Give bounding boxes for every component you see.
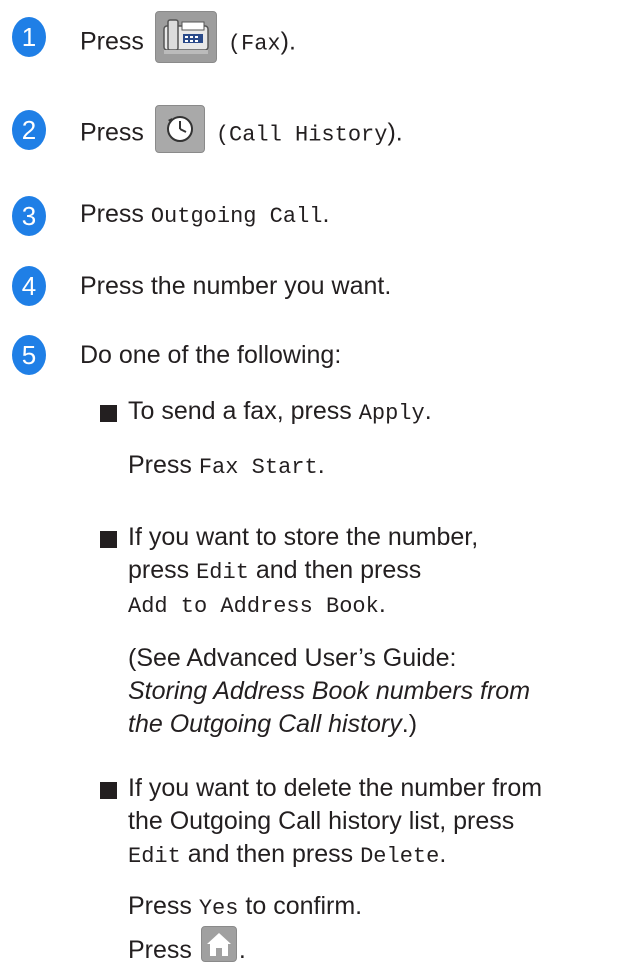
bullet-2-line1: If you want to store the number,: [128, 523, 479, 551]
step-1-text: Press: [80, 27, 144, 56]
bullet-3: [100, 782, 117, 799]
step-2-code-open: (: [215, 122, 230, 148]
bullet-2: [100, 531, 117, 548]
bullet-3-confirm: Press Yes to confirm.: [128, 892, 362, 921]
bullet-2-line3: Add to Address Book.: [128, 590, 386, 619]
step-1-tail: ).: [280, 27, 296, 56]
home-icon: [200, 926, 237, 963]
bullet-3-line3: Edit and then press Delete.: [128, 840, 446, 869]
bullet-1-tail: .: [424, 397, 432, 425]
step-3-text: Press: [80, 200, 144, 228]
bullet-2-l2-code: Edit: [196, 560, 249, 585]
step-2: Press (Call History).: [80, 105, 403, 153]
step-1-code-open: (: [227, 31, 242, 57]
step-number-3: 3: [12, 196, 46, 236]
step-5: Do one of the following:: [80, 341, 342, 369]
step-number-5: 5: [12, 335, 46, 375]
bullet-3-home: Press .: [128, 926, 246, 965]
bullet-3-l3-mid: and then press: [180, 840, 361, 868]
bullet-2-see-1: (See Advanced User’s Guide:: [128, 644, 457, 672]
bullet-2-line2: press Edit and then press: [128, 556, 421, 585]
bullet-2-l2-pre: press: [128, 556, 197, 584]
bullet-2-l3-tail: .: [378, 590, 386, 618]
bullet-1-sub-tail: .: [317, 451, 325, 479]
step-1-code: Fax: [241, 31, 281, 57]
bullet-1: [100, 405, 117, 422]
bullet-3-l3-code: Edit: [128, 844, 181, 869]
bullet-3-line1: If you want to delete the number from: [128, 774, 543, 802]
bullet-2-l3-code: Add to Address Book: [128, 594, 379, 619]
step-2-text: Press: [80, 118, 144, 147]
bullet-1-label: To send a fax, press: [128, 397, 359, 425]
call-history-icon: [154, 105, 205, 153]
bullet-3-yes-pre: Press: [128, 892, 199, 920]
step-number-1: 1: [12, 17, 46, 57]
bullet-1-sub-code: Fax Start: [198, 455, 318, 480]
step-2-code: Call History: [229, 122, 388, 148]
bullet-3-home-pre: Press: [128, 936, 199, 964]
bullet-3-yes-code: Yes: [198, 896, 239, 921]
fax-icon: [154, 11, 217, 63]
bullet-3-l3-code2: Delete: [360, 844, 440, 869]
bullet-2-see-2: Storing Address Book numbers from: [128, 677, 531, 705]
bullet-3-l3-tail: .: [439, 840, 447, 868]
bullet-1-sub: Press Fax Start.: [128, 451, 325, 480]
bullet-2-l2-mid: and then press: [248, 556, 422, 584]
bullet-2-see-italic: the Outgoing Call history: [128, 710, 402, 738]
bullet-3-line2: the Outgoing Call history list, press: [128, 807, 515, 835]
step-2-tail: ).: [387, 118, 403, 147]
step-number-4: 4: [12, 266, 46, 306]
bullet-2-see-3: the Outgoing Call history.): [128, 710, 417, 739]
step-3: Press Outgoing Call.: [80, 200, 329, 229]
bullet-2-see-tail: .): [401, 710, 418, 738]
bullet-1-sub-label: Press: [128, 451, 199, 479]
bullet-1-text: To send a fax, press Apply.: [128, 397, 432, 426]
bullet-3-yes-tail: to confirm.: [238, 892, 363, 920]
step-1: Press (Fax).: [80, 11, 296, 63]
step-4: Press the number you want.: [80, 272, 392, 300]
step-number-2: 2: [12, 110, 46, 150]
bullet-1-code: Apply: [358, 401, 425, 426]
bullet-3-home-tail: .: [238, 936, 246, 964]
step-3-code: Outgoing Call: [150, 204, 323, 229]
step-3-tail: .: [322, 200, 330, 228]
